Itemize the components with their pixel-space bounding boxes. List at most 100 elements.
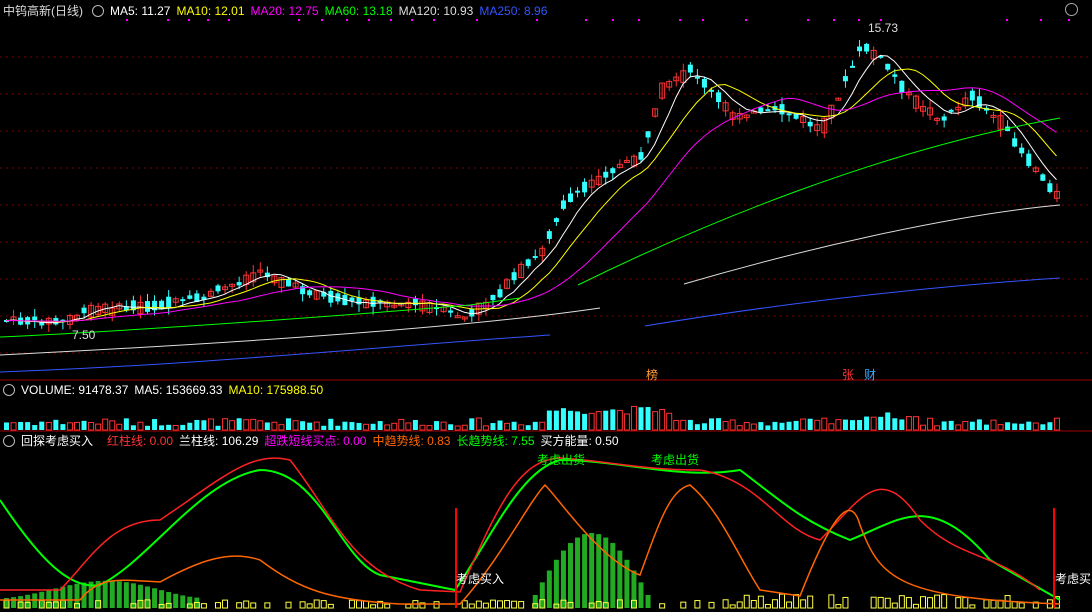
volume-bar xyxy=(969,421,975,430)
energy-bar xyxy=(927,597,934,609)
candle-body xyxy=(307,290,313,296)
energy-bar xyxy=(384,603,391,609)
signal-dot xyxy=(745,19,747,21)
energy-bar xyxy=(694,600,701,609)
energy-bar xyxy=(920,596,926,609)
volume-bar xyxy=(102,418,109,431)
energy-bar xyxy=(786,601,793,609)
energy-bar xyxy=(236,602,243,609)
signal-dot xyxy=(411,19,413,21)
volume-bar xyxy=(743,421,750,431)
indicator-bar xyxy=(123,582,129,608)
indicator-bar xyxy=(617,550,623,608)
buyer-energy-label: 买方能量: 0.50 xyxy=(540,434,619,448)
signal-dot xyxy=(638,19,640,21)
panel-menu-icon[interactable] xyxy=(1065,3,1078,16)
indicator-bar xyxy=(145,586,150,608)
volume-bar xyxy=(342,421,348,430)
volume-bar xyxy=(835,419,842,431)
volume-bar xyxy=(1005,422,1011,430)
volume-bar xyxy=(828,423,835,431)
candle-body xyxy=(885,63,891,70)
ma120-label: MA120: 10.93 xyxy=(398,4,474,18)
indicator-bar xyxy=(130,583,136,608)
volume-bar xyxy=(772,421,778,430)
energy-bar xyxy=(983,599,990,609)
indicator-bar xyxy=(645,594,651,608)
candle-body xyxy=(525,259,531,266)
indicator-bar xyxy=(539,582,545,608)
volume-bar xyxy=(1026,421,1032,430)
candle-body xyxy=(469,308,475,317)
volume-bar xyxy=(448,424,454,430)
volume-bar xyxy=(912,416,919,431)
ma-toggle-icon[interactable] xyxy=(92,4,104,17)
candle-body xyxy=(490,294,496,301)
volume-bar xyxy=(616,409,623,431)
indicator-bar xyxy=(603,537,609,608)
indicator-toggle-icon[interactable] xyxy=(3,434,15,447)
signal-dot xyxy=(1040,19,1042,21)
candle-body xyxy=(568,193,573,202)
candle-body xyxy=(969,90,975,101)
candle-body xyxy=(560,200,566,209)
volume-bar xyxy=(518,424,525,431)
energy-bar xyxy=(729,604,736,609)
indicator-bar xyxy=(102,580,108,608)
candle-body xyxy=(81,307,87,314)
volume-bar xyxy=(32,425,38,430)
signal-dot xyxy=(167,19,169,21)
candle-body xyxy=(286,279,291,287)
indicator-bar xyxy=(11,597,17,608)
ma60-line xyxy=(0,117,1061,338)
chart-canvas xyxy=(0,19,1092,609)
energy-bar xyxy=(299,601,306,609)
volume-value: VOLUME: 91478.37 xyxy=(21,383,129,397)
low-price-label: 7.50 xyxy=(72,328,96,342)
indicator-bar xyxy=(610,543,616,608)
volume-bar xyxy=(582,413,588,430)
volume-bar xyxy=(673,419,680,431)
volume-bar xyxy=(983,424,989,430)
stock-title: 中钨高新(日线) xyxy=(3,4,83,18)
energy-bar xyxy=(969,604,976,609)
volume-bar xyxy=(321,425,327,430)
energy-bar xyxy=(771,599,778,609)
volume-bar xyxy=(511,421,517,430)
indicator-bar xyxy=(60,586,66,608)
event-tag-bang[interactable]: 榜 xyxy=(646,366,658,383)
energy-bar xyxy=(898,595,905,609)
ma5-line xyxy=(5,54,1057,324)
candle-body xyxy=(236,282,242,286)
indicator-bar xyxy=(74,583,80,608)
energy-bar xyxy=(680,601,687,609)
volume-bar xyxy=(271,421,278,431)
indicator-name: 回探考虑买入 xyxy=(21,434,94,448)
energy-bar xyxy=(842,596,849,609)
event-tag-cai[interactable]: 财 xyxy=(864,366,876,383)
signal-sell-1: 考虑出货 xyxy=(537,453,586,467)
candle-body xyxy=(32,316,38,321)
volume-bar xyxy=(680,419,687,431)
indicator-bar xyxy=(187,596,193,608)
energy-bar xyxy=(370,604,377,609)
volume-legend: VOLUME: 91478.37 MA5: 153669.33 MA10: 1759… xyxy=(0,382,329,398)
volume-bar xyxy=(461,424,468,431)
volume-bar xyxy=(786,421,792,430)
ma60-label: MA60: 13.18 xyxy=(324,4,393,18)
candle-body xyxy=(448,310,454,313)
volume-bar xyxy=(1032,422,1039,431)
event-tag-zhang[interactable]: 张 xyxy=(842,366,854,383)
volume-bar xyxy=(610,409,616,430)
volume-bar xyxy=(666,412,673,431)
volume-bar xyxy=(419,424,426,431)
volume-bar xyxy=(53,419,59,430)
volume-bar xyxy=(750,423,757,431)
volume-bar xyxy=(356,422,362,430)
signal-dot xyxy=(228,19,230,21)
volume-bar xyxy=(222,418,229,431)
indicator-bar xyxy=(631,570,637,608)
candle-body xyxy=(582,181,588,193)
volume-bar xyxy=(328,418,334,430)
volume-toggle-icon[interactable] xyxy=(3,383,15,396)
